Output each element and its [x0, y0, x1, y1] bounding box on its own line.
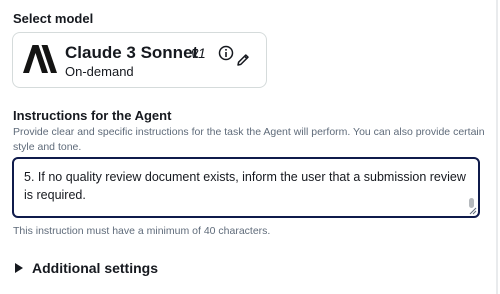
- instructions-description: Provide clear and specific instructions …: [13, 126, 485, 153]
- instructions-constraint-text: This instruction must have a minimum of …: [13, 225, 271, 237]
- additional-settings-label: Additional settings: [32, 260, 158, 276]
- instructions-label: Instructions for the Agent: [13, 108, 172, 123]
- model-card[interactable]: Claude 3 Sonnet v1 On-demand: [12, 32, 267, 88]
- instructions-textarea[interactable]: 5. If no quality review document exists,…: [12, 157, 480, 218]
- resize-handle-icon[interactable]: [469, 207, 477, 215]
- anthropic-logo-icon: [23, 45, 57, 73]
- info-icon[interactable]: [218, 45, 234, 61]
- model-name: Claude 3 Sonnet: [65, 43, 199, 62]
- additional-settings-toggle[interactable]: Additional settings: [15, 260, 158, 276]
- model-version: v1: [191, 45, 206, 61]
- pencil-icon[interactable]: [235, 52, 251, 68]
- caret-right-icon: [15, 263, 23, 273]
- select-model-label: Select model: [13, 11, 94, 26]
- instructions-text: 5. If no quality review document exists,…: [24, 170, 466, 202]
- model-mode: On-demand: [65, 64, 134, 79]
- page-divider: [496, 0, 498, 294]
